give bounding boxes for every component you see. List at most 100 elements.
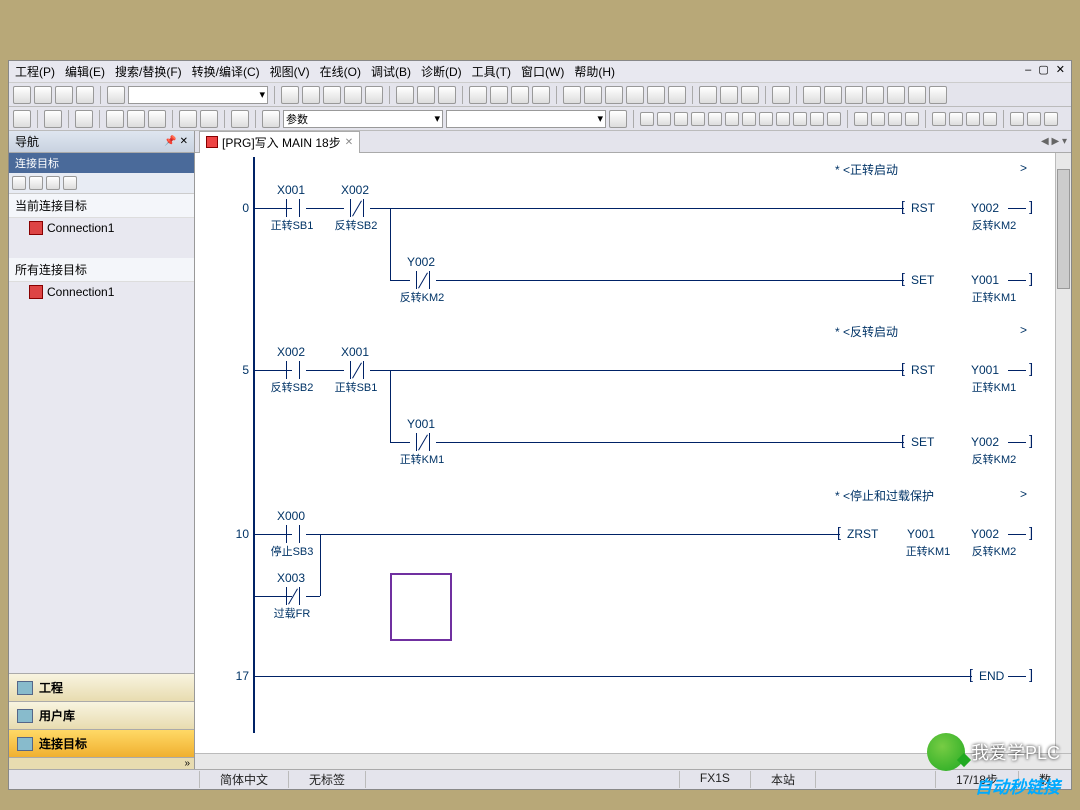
editor-tab[interactable]: [PRG]写入 MAIN 18步 ✕ bbox=[199, 131, 360, 153]
ld-ext3-icon[interactable] bbox=[966, 112, 980, 126]
view-b-icon[interactable] bbox=[44, 110, 62, 128]
tool-m-icon[interactable] bbox=[668, 86, 686, 104]
nav-conn-all[interactable]: Connection1 bbox=[9, 282, 194, 302]
ld-f7-icon[interactable] bbox=[674, 112, 688, 126]
print-icon[interactable] bbox=[76, 86, 94, 104]
ld-af7-icon[interactable] bbox=[888, 112, 902, 126]
nav-btn-project[interactable]: 工程 bbox=[9, 673, 194, 701]
ld-ext1-icon[interactable] bbox=[932, 112, 946, 126]
menu-search[interactable]: 搜索/替换(F) bbox=[115, 63, 182, 80]
view-e-icon[interactable] bbox=[127, 110, 145, 128]
ladder-diagram[interactable]: * <正转启动 > 0 X001 正转SB1 X002 反转SB2 [ RST … bbox=[195, 153, 1055, 753]
tool-u-icon[interactable] bbox=[866, 86, 884, 104]
tool-i-icon[interactable] bbox=[584, 86, 602, 104]
ld-af6-icon[interactable] bbox=[871, 112, 885, 126]
nav-tb-3-icon[interactable] bbox=[46, 176, 60, 190]
view-d-icon[interactable] bbox=[106, 110, 124, 128]
tab-nav-arrows[interactable]: ◀ ▶ ▾ bbox=[1041, 136, 1067, 147]
copy-icon[interactable] bbox=[302, 86, 320, 104]
tool-d-icon[interactable] bbox=[469, 86, 487, 104]
scrollbar-thumb[interactable] bbox=[1057, 169, 1070, 289]
tab-close-icon[interactable]: ✕ bbox=[345, 137, 353, 148]
menu-online[interactable]: 在线(O) bbox=[320, 63, 361, 80]
menu-tools[interactable]: 工具(T) bbox=[472, 63, 511, 80]
param-dropdown[interactable]: 参数▾ bbox=[283, 110, 443, 128]
nav-pin-icon[interactable]: 📌 ✕ bbox=[164, 136, 188, 147]
contact-x001-nc[interactable] bbox=[344, 361, 370, 379]
contact-x002-nc[interactable] bbox=[344, 199, 370, 217]
tool-s-icon[interactable] bbox=[824, 86, 842, 104]
view-g-icon[interactable] bbox=[179, 110, 197, 128]
tool-r-icon[interactable] bbox=[803, 86, 821, 104]
toolbar-dropdown-1[interactable]: ▾ bbox=[128, 86, 268, 104]
view-j-icon[interactable] bbox=[262, 110, 280, 128]
nav-btn-connection[interactable]: 连接目标 bbox=[9, 729, 194, 757]
contact-x002[interactable] bbox=[280, 361, 306, 379]
ld-cf9-icon[interactable] bbox=[810, 112, 824, 126]
ld-f5-icon[interactable] bbox=[640, 112, 654, 126]
nav-tb-4-icon[interactable] bbox=[63, 176, 77, 190]
view-h-icon[interactable] bbox=[200, 110, 218, 128]
tool-t-icon[interactable] bbox=[845, 86, 863, 104]
undo-icon[interactable] bbox=[107, 86, 125, 104]
ld-ext4-icon[interactable] bbox=[983, 112, 997, 126]
ld-f9-icon[interactable] bbox=[708, 112, 722, 126]
ld-sf5-icon[interactable] bbox=[725, 112, 739, 126]
cut-icon[interactable] bbox=[281, 86, 299, 104]
tool-j-icon[interactable] bbox=[605, 86, 623, 104]
tool-l-icon[interactable] bbox=[647, 86, 665, 104]
redo-icon[interactable] bbox=[344, 86, 362, 104]
ld-sf8-icon[interactable] bbox=[776, 112, 790, 126]
menu-help[interactable]: 帮助(H) bbox=[574, 63, 615, 80]
paste-icon[interactable] bbox=[323, 86, 341, 104]
scrollbar-vertical[interactable] bbox=[1055, 153, 1071, 753]
nav-btn-userlib[interactable]: 用户库 bbox=[9, 701, 194, 729]
ld-cf10-icon[interactable] bbox=[827, 112, 841, 126]
tool-o-icon[interactable] bbox=[720, 86, 738, 104]
nav-tb-1-icon[interactable] bbox=[12, 176, 26, 190]
nav-conn-current[interactable]: Connection1 bbox=[9, 218, 194, 238]
tool-v-icon[interactable] bbox=[887, 86, 905, 104]
ld-f6-icon[interactable] bbox=[657, 112, 671, 126]
tool-k-icon[interactable] bbox=[626, 86, 644, 104]
contact-x000[interactable] bbox=[280, 525, 306, 543]
ld-sf6-icon[interactable] bbox=[742, 112, 756, 126]
tool-b-icon[interactable] bbox=[417, 86, 435, 104]
new-icon[interactable] bbox=[13, 86, 31, 104]
ld-ext6-icon[interactable] bbox=[1027, 112, 1041, 126]
tool-n-icon[interactable] bbox=[699, 86, 717, 104]
view-k-icon[interactable] bbox=[609, 110, 627, 128]
undo2-icon[interactable] bbox=[365, 86, 383, 104]
view-c-icon[interactable] bbox=[75, 110, 93, 128]
menu-debug[interactable]: 调试(B) bbox=[371, 63, 411, 80]
contact-y001-nc[interactable] bbox=[410, 433, 436, 451]
save-icon[interactable] bbox=[55, 86, 73, 104]
contact-y002-nc[interactable] bbox=[410, 271, 436, 289]
menu-project[interactable]: 工程(P) bbox=[15, 63, 55, 80]
contact-x001[interactable] bbox=[280, 199, 306, 217]
ld-ext7-icon[interactable] bbox=[1044, 112, 1058, 126]
tool-e-icon[interactable] bbox=[490, 86, 508, 104]
menu-view[interactable]: 视图(V) bbox=[270, 63, 310, 80]
tool-h-icon[interactable] bbox=[563, 86, 581, 104]
open-icon[interactable] bbox=[34, 86, 52, 104]
tool-c-icon[interactable] bbox=[438, 86, 456, 104]
menu-edit[interactable]: 编辑(E) bbox=[65, 63, 105, 80]
ld-af8-icon[interactable] bbox=[905, 112, 919, 126]
ld-ext2-icon[interactable] bbox=[949, 112, 963, 126]
tool-f-icon[interactable] bbox=[511, 86, 529, 104]
ld-ext5-icon[interactable] bbox=[1010, 112, 1024, 126]
nav-footer[interactable]: » bbox=[9, 757, 194, 769]
view-f-icon[interactable] bbox=[148, 110, 166, 128]
ld-f8-icon[interactable] bbox=[691, 112, 705, 126]
ld-af5-icon[interactable] bbox=[854, 112, 868, 126]
menu-diagnose[interactable]: 诊断(D) bbox=[421, 63, 462, 80]
tool-w-icon[interactable] bbox=[908, 86, 926, 104]
tool-p-icon[interactable] bbox=[741, 86, 759, 104]
view-a-icon[interactable] bbox=[13, 110, 31, 128]
contact-x003-nc[interactable] bbox=[280, 587, 306, 605]
tool-q-icon[interactable] bbox=[772, 86, 790, 104]
sub-dropdown[interactable]: ▾ bbox=[446, 110, 606, 128]
ld-sf7-icon[interactable] bbox=[759, 112, 773, 126]
ld-sf9-icon[interactable] bbox=[793, 112, 807, 126]
